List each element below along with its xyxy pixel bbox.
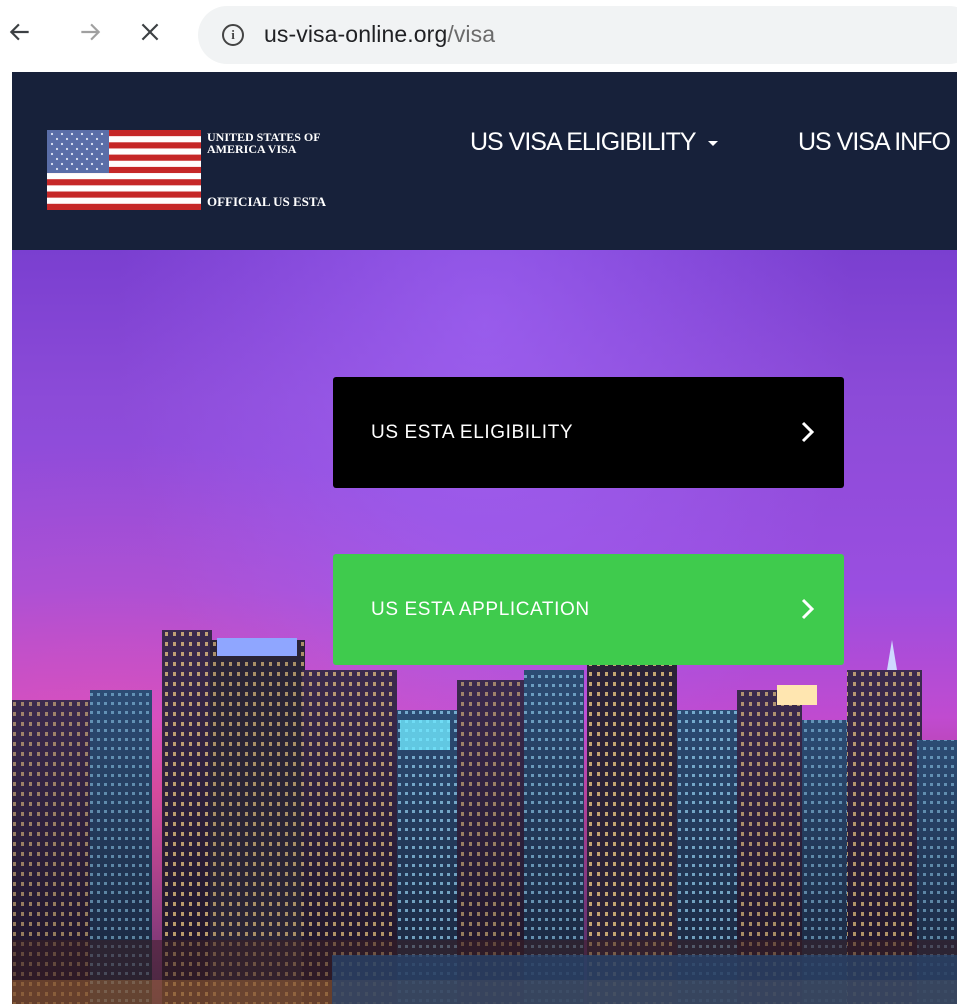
nav-us-visa-eligibility-label: US VISA ELIGIBILITY [470,128,697,156]
chevron-right-icon [801,421,815,443]
back-button[interactable] [2,14,38,50]
url-text[interactable]: us-visa-online.org/visa [264,21,495,48]
us-esta-application-button[interactable]: US ESTA APPLICATION [333,554,844,665]
us-esta-application-label: US ESTA APPLICATION [371,598,590,620]
us-esta-eligibility-button[interactable]: US ESTA ELIGIBILITY [333,377,844,488]
site-header: UNITED STATES OF AMERICA VISA OFFICIAL U… [12,72,957,250]
city-skyline-image [12,630,957,1004]
nav-us-visa-eligibility[interactable]: US VISA ELIGIBILITY [470,128,718,157]
url-host: us-visa-online.org [264,21,448,47]
back-arrow-icon [9,23,29,41]
nav-us-visa-info[interactable]: US VISA INFO [798,128,951,157]
brand-name-line2: AMERICA VISA [207,142,297,156]
stop-button[interactable] [132,14,168,50]
hero-section: US ESTA ELIGIBILITY US ESTA APPLICATION [12,250,957,1004]
brand-tagline: OFFICIAL US ESTA [207,194,326,209]
content-panel-top-edge [332,955,957,1004]
url-path: /visa [447,21,496,47]
stop-icon [141,23,159,41]
us-flag-logo[interactable] [47,130,201,210]
browser-toolbar: i us-visa-online.org/visa [0,0,957,72]
info-icon[interactable]: i [222,24,244,46]
us-esta-eligibility-label: US ESTA ELIGIBILITY [371,421,574,443]
forward-button[interactable] [72,14,108,50]
forward-arrow-icon [81,23,101,41]
brand-name[interactable]: UNITED STATES OF AMERICA VISA [207,131,321,155]
caret-down-icon [707,140,718,146]
chevron-right-icon [801,598,815,620]
